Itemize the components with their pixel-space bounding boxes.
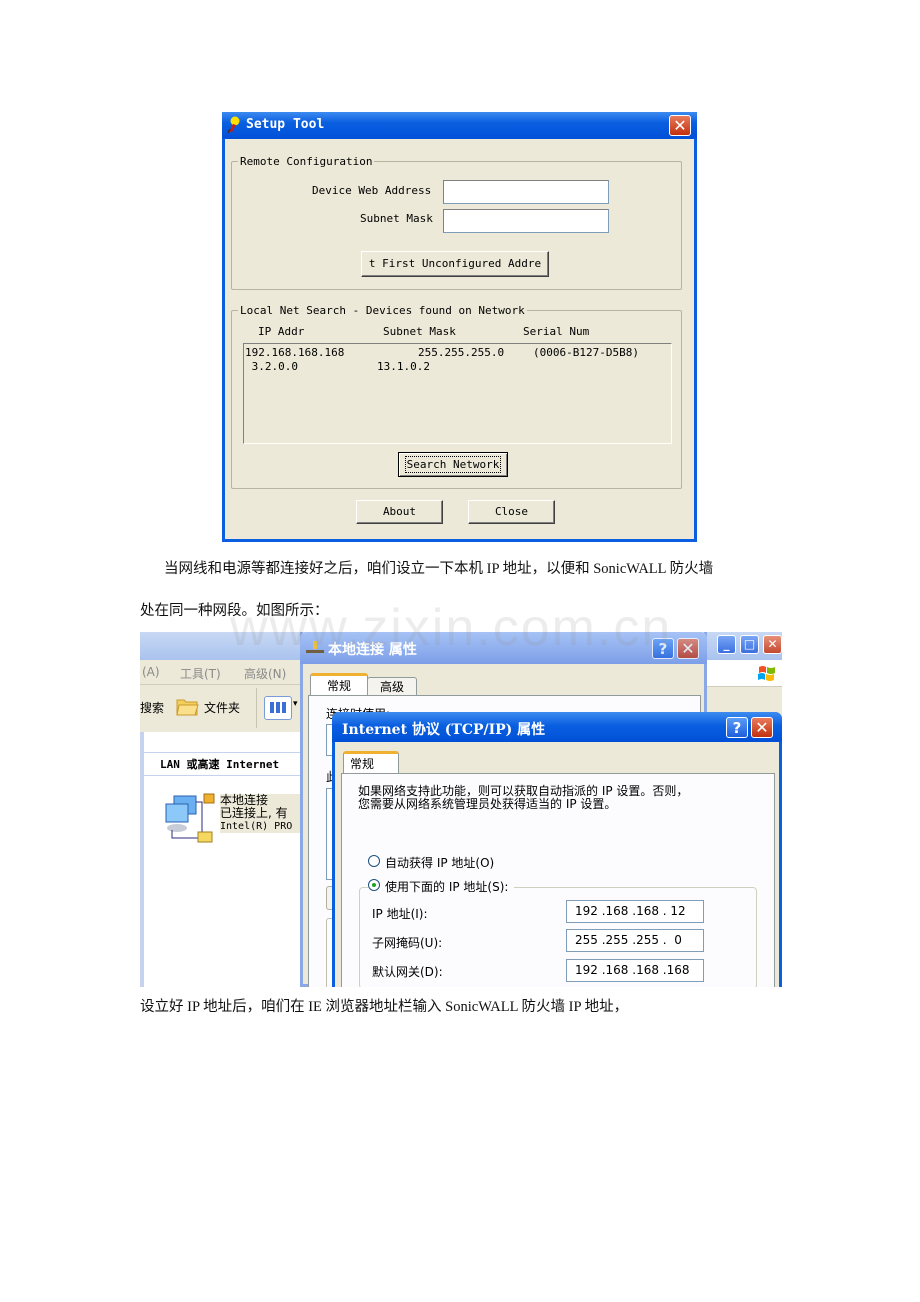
menu-item-partial[interactable]: (A) [142,665,160,679]
local-net-search-legend: Local Net Search - Devices found on Netw… [240,304,525,317]
setup-tool-title: Setup Tool [246,117,325,132]
window-border-left [222,139,225,542]
toolbar-separator [256,688,257,728]
paragraph-2: 设立好 IP 地址后，咱们在 IE 浏览器地址栏输入 SonicWALL 防火墙… [140,999,629,1015]
folder-icon [176,699,199,716]
views-icon[interactable] [264,696,292,720]
device-ip: 3.2.0.0 [245,360,298,373]
search-network-button[interactable]: Search Network [398,452,508,477]
subnet-mask-label: Subnet Mask [360,212,433,225]
connection-info: 本地连接 已连接上, 有 Intel(R) PRO [220,794,302,833]
radio-auto-ip-circle[interactable] [368,855,380,867]
maximize-icon[interactable]: □ [740,635,759,654]
subnet-mask-label-cn: 子网掩码(U): [372,936,443,950]
explorer-toolbar: 搜索 文件夹 ▾ [140,685,302,731]
radio-manual-ip-label: 使用下面的 IP 地址(S): [385,880,509,894]
first-unconfigured-address-button[interactable]: t First Unconfigured Addre [361,251,549,277]
explorer-close-icon[interactable]: ✕ [763,635,782,654]
default-gateway-label: 默认网关(D): [372,965,443,979]
tcpip-description-line-2: 您需要从网络系统管理员处获得适当的 IP 设置。 [358,797,617,811]
tcpip-help-icon[interactable]: ? [726,717,748,738]
minimize-icon[interactable]: _ [717,635,736,654]
menu-item-advanced[interactable]: 高级(N) [244,665,286,682]
close-button[interactable]: Close [468,500,555,524]
views-dropdown-icon[interactable]: ▾ [293,699,298,709]
window-border-bottom [222,539,697,542]
radio-manual-ip[interactable]: 使用下面的 IP 地址(S): [368,878,515,894]
ip-address-input[interactable]: 192 .168 .168 . 12 [566,900,704,923]
explorer-left-edge [140,732,144,987]
window-border-right [694,139,697,542]
device-row[interactable]: 192.168.168.168 255.255.255.0 (0006-B127… [245,346,670,360]
remote-configuration-legend: Remote Configuration [240,155,373,168]
windows-logo-icon [758,666,775,681]
local-connection-close-icon[interactable]: ✕ [677,638,699,659]
device-serial: (0006-B127-D5B8) [533,346,639,359]
device-mask: 13.1.0.2 [377,360,430,373]
tcpip-title: Internet 协议 (TCP/IP) 属性 [342,722,546,738]
network-settings-screenshot: (A) 工具(T) 高级(N) 搜索 文件夹 ▾ LAN 或高速 Interne… [140,632,782,987]
devices-found-list[interactable]: 192.168.168.168 255.255.255.0 (0006-B127… [243,343,672,444]
local-connection-item[interactable]: 本地连接 已连接上, 有 Intel(R) PRO [162,790,302,848]
tcpip-tab-general[interactable]: 常规 [343,751,399,773]
column-header-serial-num: Serial Num [523,325,590,338]
subnet-mask-input[interactable] [443,209,609,233]
setup-tool-close-icon[interactable]: ✕ [669,115,691,136]
setup-tool-titlebar[interactable]: Setup Tool ✕ [222,112,697,139]
device-ip: 192.168.168.168 [245,346,345,359]
device-web-address-label: Device Web Address [312,184,432,197]
tcpip-titlebar[interactable]: Internet 协议 (TCP/IP) 属性 ? ✕ [332,712,782,742]
toolbar-folders-label[interactable]: 文件夹 [204,699,240,716]
watermark: www.zixin.com.cn [230,599,673,657]
windows-logo-area [705,660,782,687]
network-connection-icon [165,793,215,843]
tab-advanced[interactable]: 高级 [367,677,417,696]
default-gateway-input[interactable]: 192 .168 .168 .168 [566,959,704,982]
device-web-address-input[interactable] [443,180,609,204]
paragraph-line-1: 当网线和电源等都连接好之后，咱们设立一下本机 IP 地址，以便和 SonicWA… [164,561,714,577]
search-network-label: Search Network [404,456,502,473]
menu-item-tools[interactable]: 工具(T) [180,665,221,682]
section-header-label: LAN 或高速 Internet [160,758,280,771]
about-button[interactable]: About [356,500,443,524]
explorer-menubar: (A) 工具(T) 高级(N) [140,660,302,685]
toolbar-search-label[interactable]: 搜索 [140,699,164,716]
radio-manual-ip-circle[interactable] [368,879,380,891]
connection-status: 已连接上, 有 [220,806,288,820]
connection-device: Intel(R) PRO [220,821,293,832]
ip-address-label: IP 地址(I): [372,907,428,921]
device-mask: 255.255.255.0 [418,346,505,359]
device-row[interactable]: 3.2.0.0 13.1.0.2 [245,360,670,374]
column-header-subnet-mask: Subnet Mask [383,325,456,338]
subnet-mask-input-cn[interactable]: 255 .255 .255 . 0 [566,929,704,952]
column-header-ip-addr: IP Addr [258,325,305,338]
tcpip-description: 如果网络支持此功能，则可以获取自动指派的 IP 设置。否则， 您需要从网络系统管… [358,785,688,811]
setup-tool-app-icon [227,116,240,134]
section-header: LAN 或高速 Internet [140,752,302,776]
tcpip-close-icon[interactable]: ✕ [751,717,773,738]
radio-auto-ip-label: 自动获得 IP 地址(O) [385,856,495,870]
setup-tool-window: Setup Tool ✕ Remote Configuration Device… [222,112,697,542]
